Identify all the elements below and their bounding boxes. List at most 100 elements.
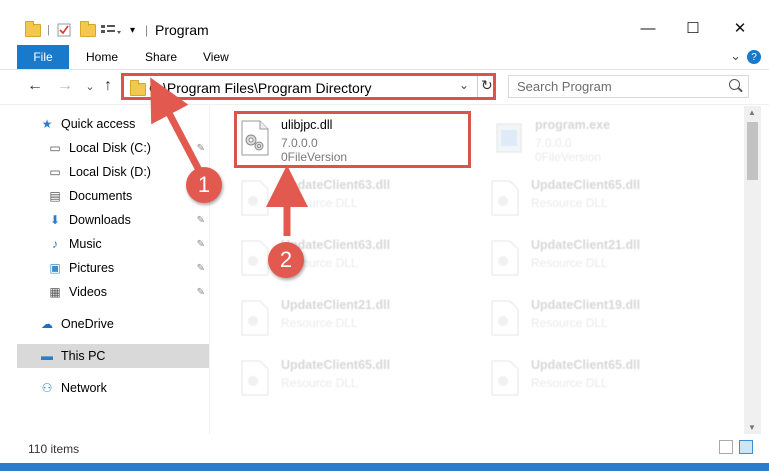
search-input[interactable]: Search Program — [517, 79, 612, 94]
tab-home[interactable]: Home — [86, 45, 118, 69]
sidebar-item-downloads[interactable]: ⬇ Downloads ✎ — [47, 208, 209, 232]
file-description: 0FileVersion — [535, 150, 602, 164]
star-icon: ★ — [41, 117, 53, 131]
refresh-icon[interactable]: ↻ — [481, 77, 493, 94]
help-icon[interactable]: ? — [747, 50, 761, 64]
maximize-button[interactable]: ☐ — [678, 16, 708, 40]
file-description: Resource DLL — [531, 376, 608, 390]
dll-file-icon — [241, 360, 269, 396]
sidebar-item-local-disk-c[interactable]: ▭ Local Disk (C:) ✎ — [47, 136, 209, 160]
file-name: UpdateClient65.dll — [281, 358, 391, 372]
window-title: Program — [155, 22, 209, 38]
sidebar-item-pictures[interactable]: ▣ Pictures ✎ — [47, 256, 209, 280]
tab-share[interactable]: Share — [145, 45, 177, 69]
sidebar-item-onedrive[interactable]: ☁ OneDrive — [39, 312, 209, 336]
sidebar-item-videos[interactable]: ▦ Videos ✎ — [47, 280, 209, 304]
sidebar-item-documents[interactable]: ▤ Documents — [47, 184, 209, 208]
close-button[interactable]: ✕ — [725, 16, 755, 40]
view-options-icon[interactable] — [100, 20, 122, 40]
details-view-icon[interactable] — [719, 440, 733, 454]
scroll-thumb[interactable] — [747, 122, 758, 180]
file-name: UpdateClient65.dll — [531, 178, 641, 192]
file-description: Resource DLL — [531, 256, 608, 270]
step-1-badge: 1 — [186, 167, 222, 203]
sidebar-item-quick-access[interactable]: ★ Quick access — [39, 112, 209, 136]
separator-icon: | — [47, 24, 50, 36]
tiles-view-icon[interactable] — [739, 440, 753, 454]
file-item[interactable]: UpdateClient63.dll Resource DLL — [236, 172, 466, 226]
separator-icon: | — [145, 23, 149, 37]
dll-file-icon — [241, 300, 269, 336]
search-box[interactable]: Search Program — [508, 75, 749, 98]
file-item[interactable]: UpdateClient65.dll Resource DLL — [486, 352, 716, 406]
download-icon: ⬇ — [49, 213, 61, 227]
file-item[interactable]: UpdateClient21.dll Resource DLL — [486, 232, 716, 286]
file-item[interactable]: UpdateClient65.dll Resource DLL — [236, 352, 466, 406]
pin-icon[interactable]: ✎ — [197, 143, 205, 154]
file-item[interactable]: UpdateClient65.dll Resource DLL — [486, 172, 716, 226]
folder-icon — [25, 20, 41, 40]
file-item[interactable]: UpdateClient21.dll Resource DLL — [236, 292, 466, 346]
file-name: program.exe — [535, 118, 611, 132]
address-separator — [477, 76, 478, 97]
file-description: Resource DLL — [281, 196, 358, 210]
sidebar-item-local-disk-d[interactable]: ▭ Local Disk (D:) — [47, 160, 209, 184]
pictures-icon: ▣ — [49, 261, 61, 275]
tab-file[interactable]: File — [17, 45, 69, 69]
sidebar-item-this-pc[interactable]: ▬ This PC — [17, 344, 209, 368]
back-button[interactable]: ← — [25, 76, 45, 96]
minimize-button[interactable]: — — [633, 16, 663, 40]
pin-icon[interactable]: ✎ — [197, 239, 205, 250]
taskbar-strip — [0, 463, 769, 471]
new-folder-icon[interactable] — [80, 20, 96, 40]
ribbon: File Home Share View ⌄ ? — [0, 45, 769, 70]
sidebar-item-music[interactable]: ♪ Music ✎ — [47, 232, 209, 256]
file-highlight-box — [234, 111, 471, 168]
folder-icon — [130, 80, 146, 96]
address-bar[interactable]: C:\Program Files\Program Directory ⌄ ↻ — [121, 73, 496, 100]
sidebar-item-label: Local Disk (C:) — [69, 141, 151, 155]
sidebar-item-label: This PC — [61, 349, 106, 363]
sidebar-item-label: Downloads — [69, 213, 131, 227]
drive-icon: ▭ — [49, 141, 61, 155]
network-icon: ⚇ — [41, 381, 53, 395]
file-name: UpdateClient21.dll — [281, 298, 391, 312]
pin-icon[interactable]: ✎ — [197, 215, 205, 226]
sidebar-item-label: Quick access — [61, 117, 136, 131]
sidebar-item-label: Videos — [69, 285, 107, 299]
documents-icon: ▤ — [49, 189, 61, 203]
exe-file-icon — [496, 123, 522, 153]
file-description: Resource DLL — [531, 316, 608, 330]
tab-view[interactable]: View — [203, 45, 229, 69]
pin-icon[interactable]: ✎ — [197, 263, 205, 274]
divider — [0, 104, 769, 105]
sidebar-item-label: Local Disk (D:) — [69, 165, 151, 179]
up-button[interactable]: ↑ — [98, 76, 118, 96]
cloud-icon: ☁ — [41, 317, 53, 331]
scroll-down-icon[interactable]: ▼ — [748, 423, 756, 432]
file-name: UpdateClient19.dll — [531, 298, 641, 312]
file-description: Resource DLL — [281, 376, 358, 390]
file-item-exe[interactable]: program.exe 7.0.0.0 0FileVersion — [490, 112, 720, 166]
scroll-up-icon[interactable]: ▲ — [748, 108, 756, 117]
pin-icon[interactable]: ✎ — [197, 287, 205, 298]
drive-icon: ▭ — [49, 165, 61, 179]
customize-toolbar-icon[interactable]: ▾ — [130, 20, 135, 40]
forward-button[interactable]: → — [55, 76, 75, 96]
file-name: UpdateClient21.dll — [531, 238, 641, 252]
properties-icon[interactable] — [57, 20, 71, 40]
sidebar-item-label: Network — [61, 381, 107, 395]
step-2-badge: 2 — [268, 242, 304, 278]
sidebar-item-network[interactable]: ⚇ Network — [39, 376, 209, 400]
expand-ribbon-icon[interactable]: ⌄ — [730, 48, 741, 64]
dll-file-icon — [491, 240, 519, 276]
address-dropdown-icon[interactable]: ⌄ — [459, 78, 469, 92]
music-icon: ♪ — [52, 237, 58, 251]
dll-file-icon — [241, 240, 269, 276]
address-path[interactable]: C:\Program Files\Program Directory — [149, 80, 372, 96]
recent-locations-button[interactable]: ⌄ — [80, 76, 100, 96]
dll-file-icon — [491, 300, 519, 336]
status-item-count: 110 items — [28, 442, 80, 456]
file-item[interactable]: UpdateClient19.dll Resource DLL — [486, 292, 716, 346]
vertical-scrollbar[interactable]: ▲ ▼ — [744, 106, 761, 434]
